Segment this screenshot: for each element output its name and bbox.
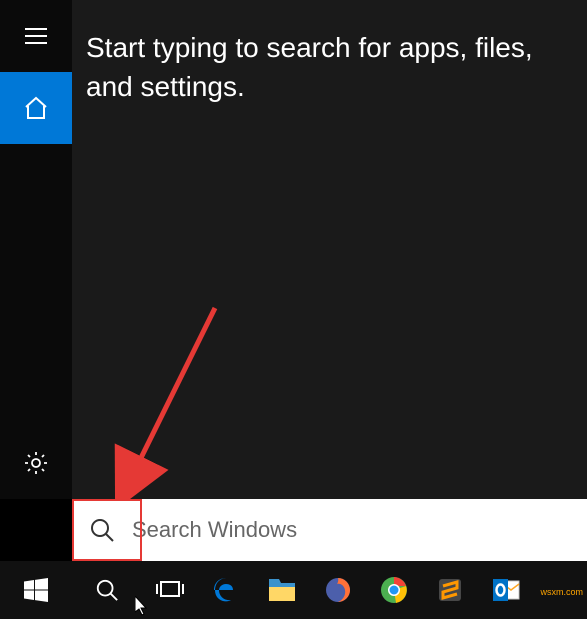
task-view-icon <box>156 579 184 601</box>
outlook-icon <box>491 576 521 604</box>
windows-logo-icon <box>24 578 48 602</box>
cortana-sidebar <box>0 0 72 499</box>
folder-icon <box>267 577 297 603</box>
search-panel: Start typing to search for apps, files, … <box>72 0 587 499</box>
settings-button[interactable] <box>0 427 72 499</box>
taskbar-app-firefox[interactable] <box>310 561 366 619</box>
menu-button[interactable] <box>0 0 72 72</box>
taskbar-app-edge[interactable] <box>198 561 254 619</box>
watermark: wsxm.com <box>541 587 584 597</box>
chrome-icon <box>379 575 409 605</box>
search-prompt: Start typing to search for apps, files, … <box>72 0 587 106</box>
hamburger-icon <box>25 28 47 44</box>
edge-icon <box>211 575 241 605</box>
taskbar-app-file-explorer[interactable] <box>254 561 310 619</box>
start-button[interactable] <box>0 561 72 619</box>
taskbar-app-sublime[interactable] <box>422 561 478 619</box>
home-button[interactable] <box>0 72 72 144</box>
search-input[interactable] <box>132 517 587 543</box>
search-bar[interactable] <box>72 499 587 561</box>
search-bar-icon-area <box>72 517 132 543</box>
sublime-icon <box>436 576 464 604</box>
firefox-icon <box>323 575 353 605</box>
taskbar <box>0 561 587 619</box>
task-view-button[interactable] <box>142 561 198 619</box>
search-icon <box>95 578 119 602</box>
taskbar-app-outlook[interactable] <box>478 561 534 619</box>
home-icon <box>23 95 49 121</box>
gear-icon <box>23 450 49 476</box>
taskbar-search-button[interactable] <box>72 561 142 619</box>
search-icon <box>89 517 115 543</box>
taskbar-app-chrome[interactable] <box>366 561 422 619</box>
